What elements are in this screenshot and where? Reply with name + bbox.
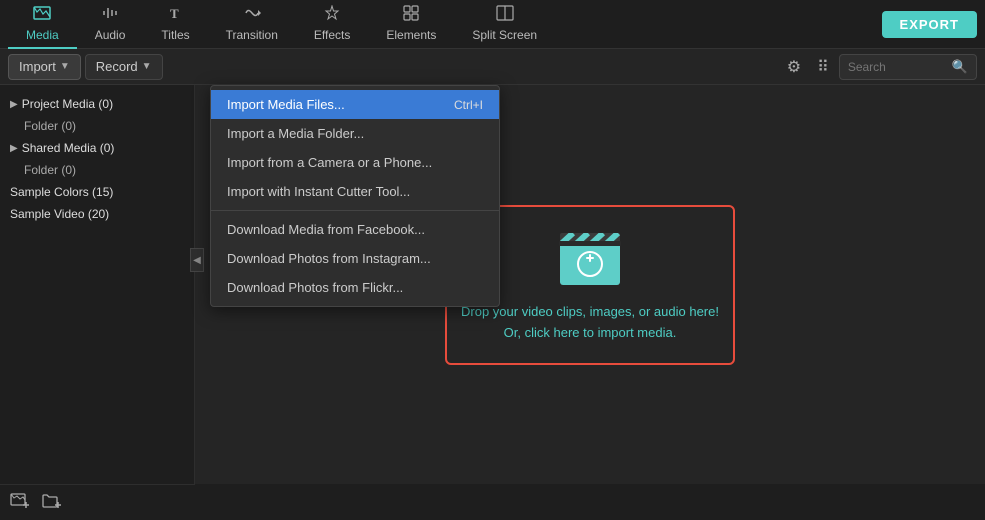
record-dropdown-arrow: ▼ bbox=[142, 61, 152, 72]
download-flickr-item[interactable]: Download Photos from Flickr... bbox=[211, 273, 499, 302]
clapperboard-icon bbox=[555, 225, 625, 290]
search-input[interactable] bbox=[848, 60, 948, 74]
import-label: Import bbox=[19, 59, 56, 74]
add-folder-icon[interactable] bbox=[42, 491, 62, 514]
record-button[interactable]: Record ▼ bbox=[85, 54, 163, 80]
drop-zone-line1: Drop your video clips, images, or audio … bbox=[461, 304, 719, 319]
export-button[interactable]: EXPORT bbox=[882, 11, 977, 38]
sidebar-item-project-media[interactable]: ▶ Project Media (0) bbox=[0, 93, 194, 115]
sidebar-item-folder-1-label: Folder (0) bbox=[24, 163, 76, 177]
download-instagram-item[interactable]: Download Photos from Instagram... bbox=[211, 244, 499, 273]
nav-titles-label: Titles bbox=[161, 28, 189, 42]
record-label: Record bbox=[96, 59, 138, 74]
search-icon: 🔍 bbox=[952, 59, 968, 75]
sidebar-item-sample-colors-label: Sample Colors (15) bbox=[10, 185, 113, 199]
drop-zone-line2: Or, click here to import media. bbox=[504, 325, 677, 340]
nav-titles[interactable]: T Titles bbox=[143, 0, 207, 49]
import-files-shortcut: Ctrl+I bbox=[454, 98, 483, 112]
import-dropdown-menu: Import Media Files... Ctrl+I Import a Me… bbox=[210, 85, 500, 307]
import-folder-label: Import a Media Folder... bbox=[227, 126, 364, 141]
sidebar-bottom bbox=[0, 484, 195, 520]
main-content: ▶ Project Media (0) Folder (0) ▶ Shared … bbox=[0, 85, 985, 484]
svg-text:T: T bbox=[170, 6, 179, 21]
nav-media[interactable]: Media bbox=[8, 0, 77, 49]
import-button[interactable]: Import ▼ bbox=[8, 54, 81, 80]
download-facebook-item[interactable]: Download Media from Facebook... bbox=[211, 215, 499, 244]
sidebar-item-project-media-label: Project Media (0) bbox=[22, 97, 113, 111]
sidebar-item-sample-video-label: Sample Video (20) bbox=[10, 207, 109, 221]
nav-audio-label: Audio bbox=[95, 28, 126, 42]
drop-zone-text: Drop your video clips, images, or audio … bbox=[461, 302, 719, 344]
download-instagram-label: Download Photos from Instagram... bbox=[227, 251, 431, 266]
elements-icon bbox=[403, 5, 419, 26]
nav-transition[interactable]: Transition bbox=[208, 0, 296, 49]
media-icon bbox=[33, 5, 51, 26]
import-cutter-item[interactable]: Import with Instant Cutter Tool... bbox=[211, 177, 499, 206]
nav-effects-label: Effects bbox=[314, 28, 350, 42]
grid-icon[interactable]: ⠿ bbox=[811, 57, 835, 77]
nav-splitscreen[interactable]: Split Screen bbox=[454, 0, 555, 49]
add-media-icon[interactable] bbox=[10, 491, 30, 514]
nav-elements[interactable]: Elements bbox=[368, 0, 454, 49]
sidebar-item-folder-1[interactable]: Folder (0) bbox=[0, 159, 194, 181]
nav-effects[interactable]: Effects bbox=[296, 0, 368, 49]
sidebar-item-sample-video[interactable]: Sample Video (20) bbox=[0, 203, 194, 225]
download-flickr-label: Download Photos from Flickr... bbox=[227, 280, 403, 295]
sidebar-collapse-arrow[interactable]: ◀ bbox=[190, 248, 204, 272]
search-box: 🔍 bbox=[839, 54, 977, 80]
nav-audio[interactable]: Audio bbox=[77, 0, 144, 49]
import-files-label: Import Media Files... bbox=[227, 97, 345, 112]
import-cutter-label: Import with Instant Cutter Tool... bbox=[227, 184, 410, 199]
nav-transition-label: Transition bbox=[226, 28, 278, 42]
splitscreen-icon bbox=[496, 5, 514, 26]
sidebar-item-folder-0-label: Folder (0) bbox=[24, 119, 76, 133]
nav-elements-label: Elements bbox=[386, 28, 436, 42]
import-dropdown-arrow: ▼ bbox=[60, 61, 70, 72]
effects-icon bbox=[324, 5, 340, 26]
transition-icon bbox=[243, 5, 261, 26]
top-nav: Media Audio T Titles Transition Effects … bbox=[0, 0, 985, 49]
import-camera-label: Import from a Camera or a Phone... bbox=[227, 155, 432, 170]
sidebar-item-shared-media-label: Shared Media (0) bbox=[22, 141, 115, 155]
second-bar: Import ▼ Record ▼ ⚙ ⠿ 🔍 bbox=[0, 49, 985, 85]
project-media-expand: ▶ bbox=[10, 99, 18, 110]
import-camera-item[interactable]: Import from a Camera or a Phone... bbox=[211, 148, 499, 177]
nav-media-label: Media bbox=[26, 28, 59, 42]
import-files-item[interactable]: Import Media Files... Ctrl+I bbox=[211, 90, 499, 119]
import-folder-item[interactable]: Import a Media Folder... bbox=[211, 119, 499, 148]
sidebar-item-folder-0[interactable]: Folder (0) bbox=[0, 115, 194, 137]
dropdown-divider-1 bbox=[211, 210, 499, 211]
download-facebook-label: Download Media from Facebook... bbox=[227, 222, 425, 237]
sidebar-item-shared-media[interactable]: ▶ Shared Media (0) bbox=[0, 137, 194, 159]
shared-media-expand: ▶ bbox=[10, 143, 18, 154]
sidebar: ▶ Project Media (0) Folder (0) ▶ Shared … bbox=[0, 85, 195, 484]
sidebar-item-sample-colors[interactable]: Sample Colors (15) bbox=[0, 181, 194, 203]
audio-icon bbox=[102, 5, 118, 26]
filter-icon[interactable]: ⚙ bbox=[781, 57, 807, 77]
titles-icon: T bbox=[168, 5, 184, 26]
nav-splitscreen-label: Split Screen bbox=[472, 28, 537, 42]
